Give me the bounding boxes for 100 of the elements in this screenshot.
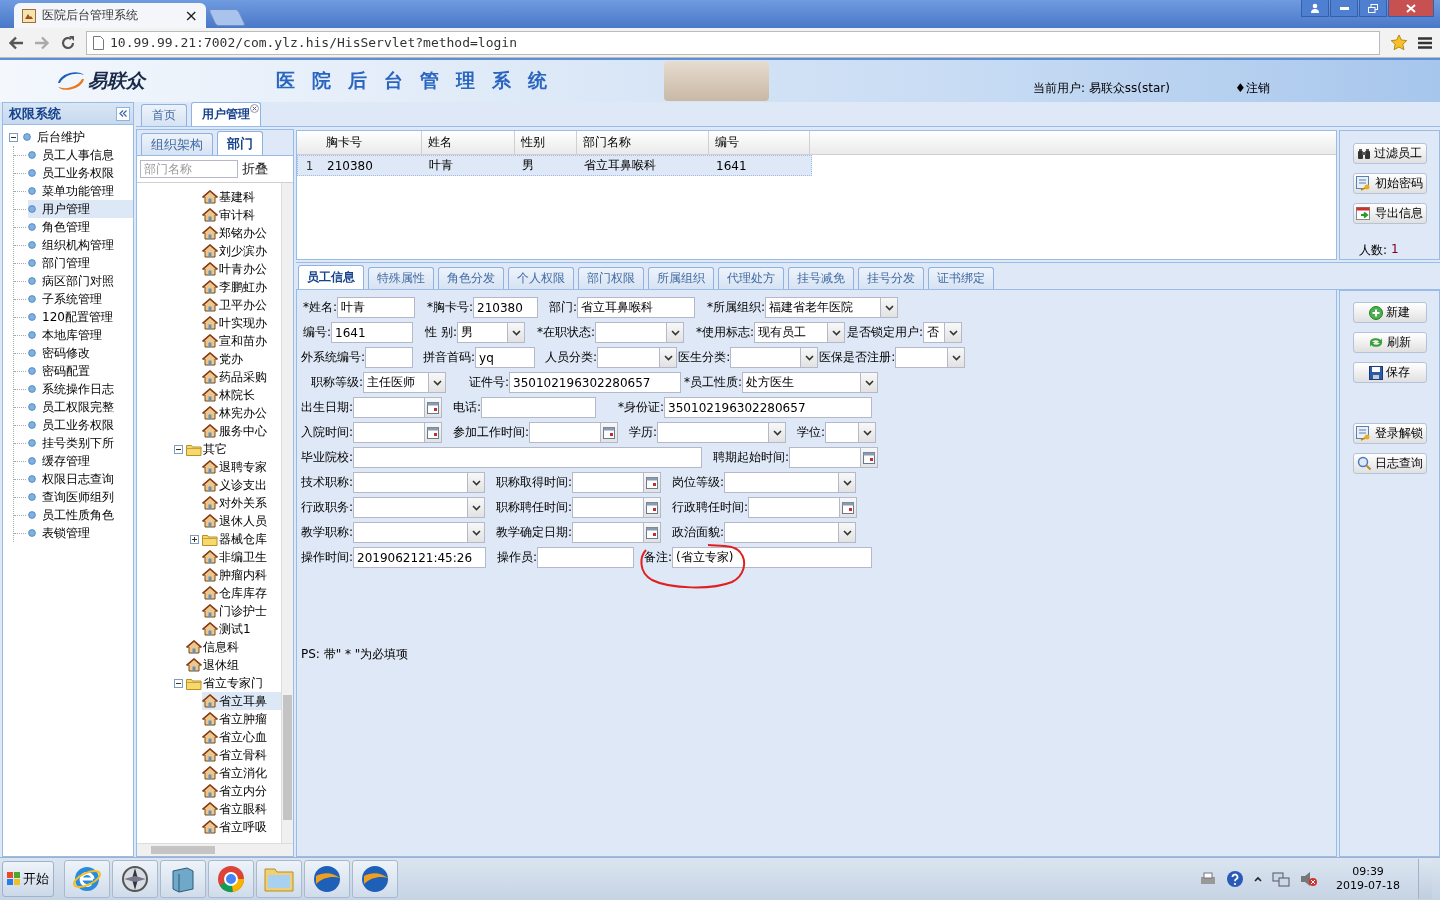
tab[interactable]: 挂号减免 [788,267,854,289]
tree-item[interactable]: 其它 [186,440,281,458]
menu-item[interactable]: 员工权限完整 [28,398,133,416]
tree-item[interactable]: 退休组 [186,656,281,674]
filter-button[interactable]: 过滤员工 [1352,143,1427,164]
restore-button[interactable] [1359,0,1387,17]
export-button[interactable]: 导出信息 [1352,203,1427,224]
tree-item[interactable]: 信息科 [186,638,281,656]
tree-item[interactable]: 省立骨科 [202,746,281,764]
dropdown-field[interactable] [353,497,486,518]
column-header[interactable]: 部门名称 [577,131,709,154]
menu-item[interactable]: 病区部门对照 [28,272,133,290]
caret-up-icon[interactable] [1254,876,1263,882]
dropdown-field[interactable] [353,522,486,543]
collapse-button[interactable] [116,106,130,121]
date-field[interactable] [353,397,443,418]
taskbar-app[interactable] [64,860,110,898]
text-field[interactable] [353,447,703,468]
text-field[interactable]: 叶青 [337,297,415,318]
date-field[interactable] [529,422,619,443]
dropdown-field[interactable] [353,472,486,493]
plus-box-icon[interactable] [190,534,199,544]
dropdown-field[interactable]: 否 [923,322,962,343]
tree-item[interactable]: 刘少滨办 [202,242,281,260]
menu-item[interactable]: 组织机构管理 [28,236,133,254]
dropdown-field[interactable] [895,347,966,368]
dropdown-field[interactable] [724,472,857,493]
tree-item[interactable]: 肿瘤内科 [202,566,281,584]
refresh-button[interactable]: 刷新 [1352,332,1427,353]
reload-icon[interactable] [60,34,76,51]
text-field[interactable]: 350102196302280657 [509,372,682,393]
tab[interactable]: 证书绑定 [928,267,994,289]
minus-box-icon[interactable] [174,678,183,688]
tab[interactable]: 员工信息 [298,265,364,289]
menu-item[interactable]: 表锁管理 [28,524,133,542]
text-field[interactable]: 350102196302280657 [664,397,873,418]
forward-icon[interactable] [34,35,50,50]
start-button[interactable]: 开始 [2,861,54,897]
menu-item[interactable]: 菜单功能管理 [28,182,133,200]
taskbar-app[interactable] [160,860,206,898]
dropdown-field[interactable]: 男 [457,322,525,343]
menu-item[interactable]: 子系统管理 [28,290,133,308]
new-button[interactable]: 新建 [1352,302,1427,323]
new-tab-button[interactable] [208,9,246,26]
tree-item[interactable]: 省立耳鼻 [202,692,281,710]
dropdown-field[interactable] [724,522,857,543]
close-button[interactable] [1388,0,1434,17]
menu-item[interactable]: 挂号类别下所 [28,434,133,452]
menu-item[interactable]: 员工业务权限 [28,416,133,434]
menu-item[interactable]: 密码修改 [28,344,133,362]
user-button[interactable] [1301,0,1329,17]
tab[interactable]: 代理处方 [718,267,784,289]
dropdown-field[interactable]: 福建省老年医院 [765,297,898,318]
tree-item[interactable]: 仓库库存 [202,584,281,602]
dropdown-field[interactable] [595,322,684,343]
menu-icon[interactable] [1418,36,1432,49]
logout-link[interactable]: ♦注销 [1235,79,1270,97]
tree-item[interactable]: 退休人员 [202,512,281,530]
menu-item[interactable]: 密码配置 [28,362,133,380]
dropdown-field[interactable] [657,422,787,443]
password-button[interactable]: 初始密码 [1352,173,1427,194]
tree-item[interactable]: 基建科 [202,188,281,206]
menu-item[interactable]: 员工性质角色 [28,506,133,524]
text-field[interactable] [537,547,635,568]
tab[interactable]: 特殊属性 [368,267,434,289]
tab[interactable]: 挂号分发 [858,267,924,289]
tab[interactable]: 组织架构 [141,133,213,155]
text-field[interactable]: 1641 [331,322,413,343]
tree-item[interactable]: 省立内分 [202,782,281,800]
tree-item[interactable]: 审计科 [202,206,281,224]
tree-item[interactable]: 卫平办公 [202,296,281,314]
menu-item[interactable]: 权限日志查询 [28,470,133,488]
tree-item[interactable]: 叶青办公 [202,260,281,278]
text-field[interactable]: 2019062121:45:26 [353,547,487,568]
taskbar-app[interactable] [112,860,158,898]
dropdown-field[interactable]: 现有员工 [754,322,845,343]
tree-item[interactable]: 服务中心 [202,422,281,440]
tree-item[interactable]: 药品采购 [202,368,281,386]
tree-item[interactable]: 林宪办公 [202,404,281,422]
dropdown-field[interactable] [597,347,678,368]
browser-tab[interactable]: 医院后台管理系统 × [14,3,206,28]
back-icon[interactable] [8,35,24,50]
dropdown-field[interactable] [730,347,819,368]
tree-item[interactable]: 林院长 [202,386,281,404]
help-icon[interactable] [1226,870,1245,888]
tab-close-button[interactable]: × [184,6,198,25]
menu-item[interactable]: 缓存管理 [28,452,133,470]
tree-item[interactable]: 退聘专家 [202,458,281,476]
minimize-button[interactable] [1330,0,1358,17]
menu-item[interactable]: 部门管理 [28,254,133,272]
menu-item[interactable]: 查询医师组列 [28,488,133,506]
table-row[interactable]: 1 210380 叶青 男 省立耳鼻喉科 1641 [297,155,812,176]
text-field[interactable]: yq [475,347,536,368]
menu-item[interactable]: 本地库管理 [28,326,133,344]
tree-item[interactable]: 义诊支出 [202,476,281,494]
tree-item[interactable]: 李鹏虹办 [202,278,281,296]
tree-item[interactable]: 省立呼吸 [202,818,281,836]
text-field[interactable] [365,347,414,368]
tab[interactable]: 用户管理 [191,102,261,126]
tree-item[interactable]: 省立心血 [202,728,281,746]
